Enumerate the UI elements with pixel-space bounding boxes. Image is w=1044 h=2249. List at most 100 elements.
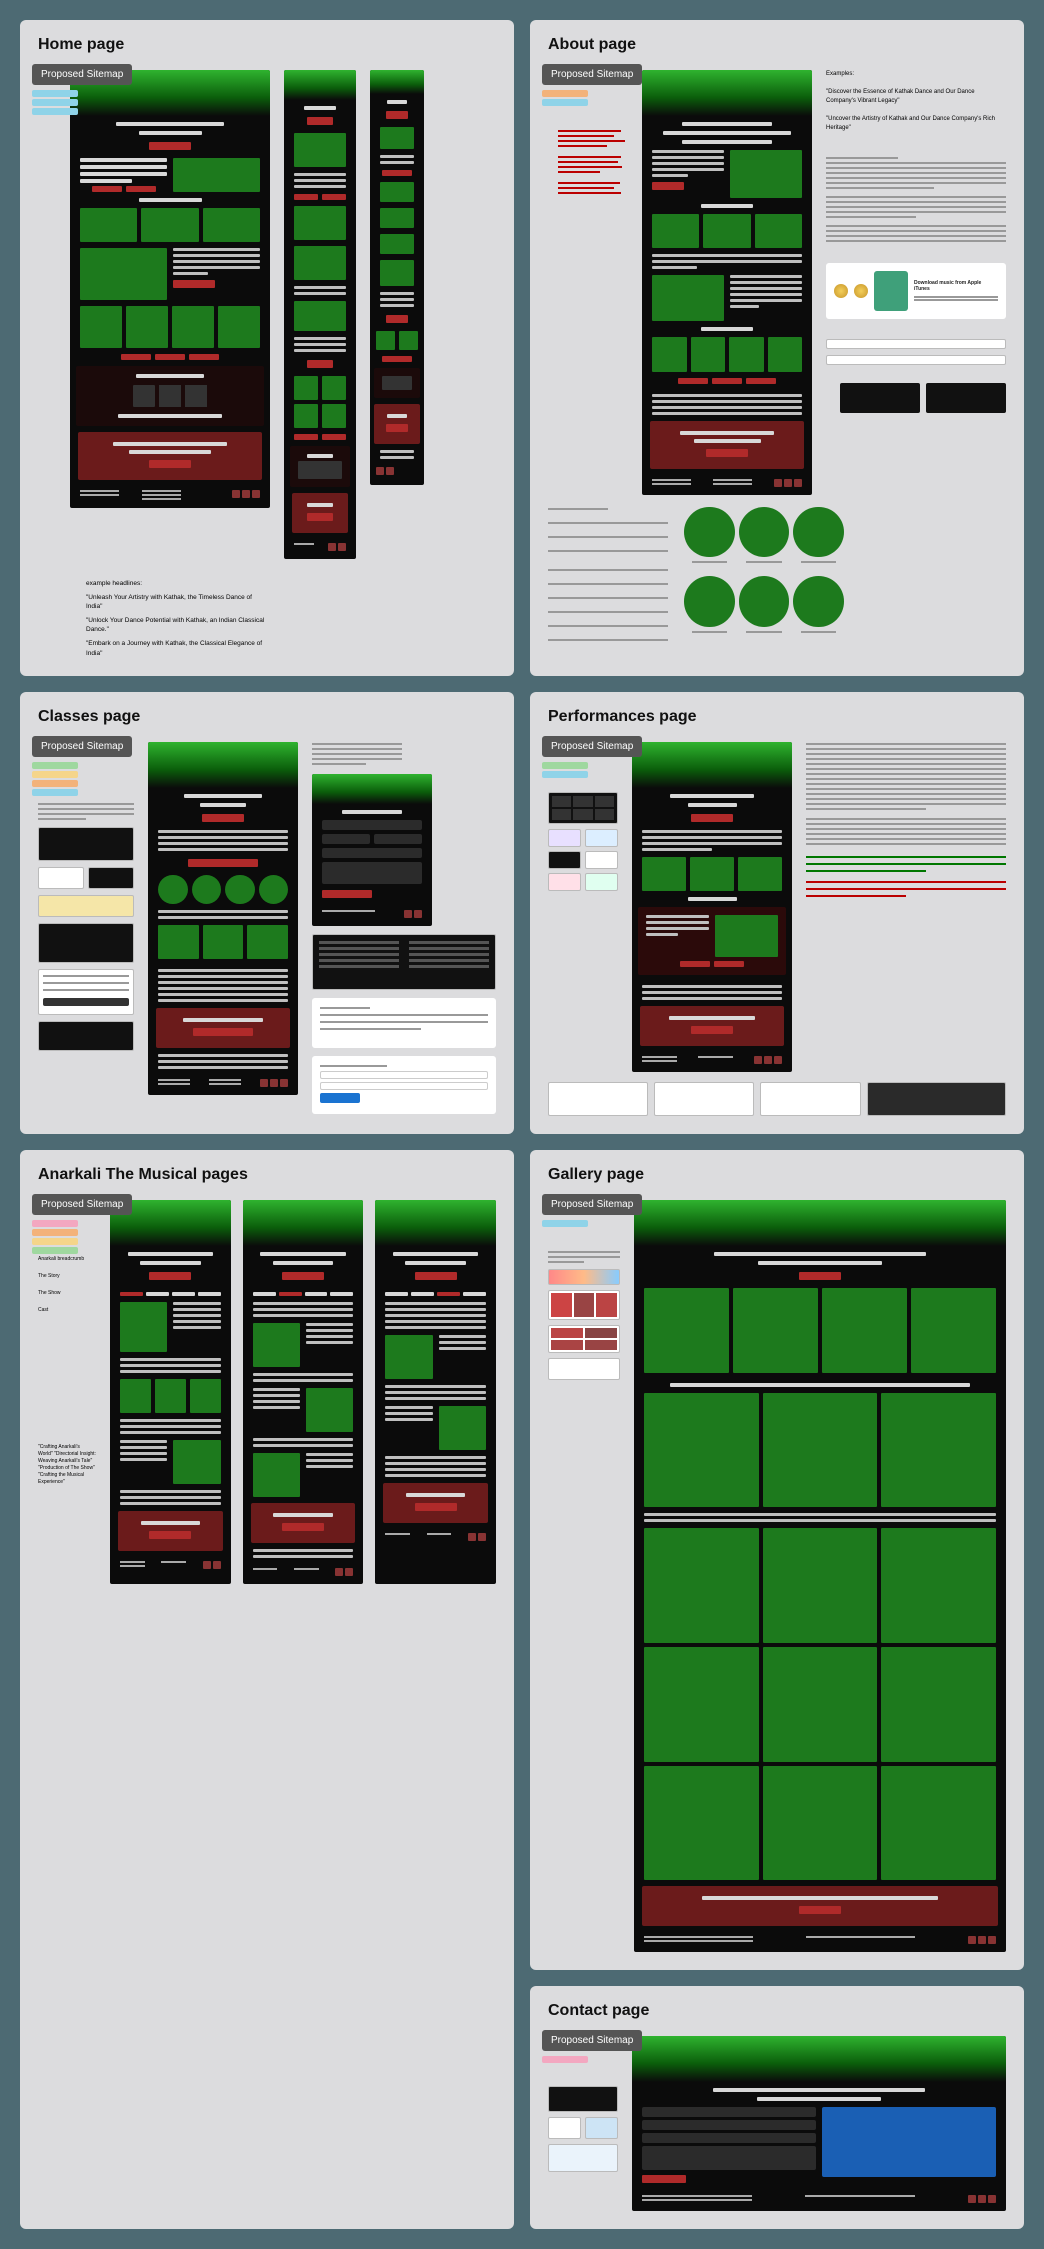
link-button[interactable] xyxy=(126,186,156,192)
dark-ref xyxy=(840,383,920,413)
avatar xyxy=(684,576,735,627)
cta-button[interactable] xyxy=(282,1523,324,1531)
about-red-notes xyxy=(558,130,628,194)
input[interactable] xyxy=(642,2107,816,2117)
avatar xyxy=(793,576,844,627)
cta-button[interactable] xyxy=(202,814,244,822)
cta-button[interactable] xyxy=(799,1906,841,1914)
text-block xyxy=(826,156,1006,243)
about-card: About page Proposed Sitemap xyxy=(530,20,1024,676)
cta-button[interactable] xyxy=(691,1026,733,1034)
image xyxy=(652,275,724,321)
link-button[interactable] xyxy=(155,354,185,360)
perf-refs-left xyxy=(548,792,618,891)
checklist-ref xyxy=(312,934,496,990)
home-title: Home page xyxy=(38,36,496,54)
cta-button[interactable] xyxy=(652,182,684,190)
sitemap-badge: Proposed Sitemap xyxy=(32,1194,132,1215)
cta-button[interactable] xyxy=(691,814,733,822)
cta-button[interactable] xyxy=(173,280,215,288)
form-ref xyxy=(38,969,134,1015)
form-mock xyxy=(312,774,432,926)
submit-button[interactable] xyxy=(322,890,372,898)
anno-example: "Uncover the Artistry of Kathak and Our … xyxy=(826,115,1006,132)
contact-card: Contact page Proposed Sitemap xyxy=(530,1986,1024,2229)
cta-button[interactable] xyxy=(415,1272,457,1280)
about-side-notes: Examples: "Discover the Essence of Katha… xyxy=(826,70,1006,413)
sitemap-badge: Proposed Sitemap xyxy=(542,64,642,85)
testimonial-band xyxy=(76,366,264,426)
form-ref xyxy=(38,1021,134,1051)
home-mock-tablet xyxy=(284,70,356,559)
feature-row xyxy=(70,208,270,242)
cta-button[interactable] xyxy=(282,1272,324,1280)
submit-button[interactable] xyxy=(642,2175,686,2183)
input[interactable] xyxy=(322,848,422,858)
gallery-refs xyxy=(548,1250,620,1380)
white-form-ref xyxy=(312,1056,496,1114)
headline-bar xyxy=(116,122,224,126)
chip xyxy=(542,99,588,106)
sitemap-badge: Proposed Sitemap xyxy=(542,2030,642,2051)
cta-band xyxy=(78,432,262,480)
input[interactable] xyxy=(642,2120,816,2130)
gallery-card: Gallery page Proposed Sitemap xyxy=(530,1150,1024,1971)
input[interactable] xyxy=(642,2133,816,2143)
anarkali-mock-3 xyxy=(375,1200,496,1584)
about-title: About page xyxy=(548,36,1006,54)
link-button[interactable] xyxy=(189,354,219,360)
input[interactable] xyxy=(374,834,422,844)
sitemap-chips xyxy=(32,762,78,796)
link: Cast xyxy=(38,1307,96,1314)
about-mock xyxy=(642,70,812,495)
link-button[interactable] xyxy=(92,186,122,192)
devi-album xyxy=(874,271,908,311)
textarea[interactable] xyxy=(322,862,422,884)
home-mock-mobile xyxy=(370,70,424,485)
image xyxy=(126,306,168,348)
classes-card: Classes page Proposed Sitemap xyxy=(20,692,514,1134)
performances-title: Performances page xyxy=(548,708,1006,726)
footer xyxy=(70,486,270,500)
cta-button[interactable] xyxy=(149,142,191,150)
sitemap-chips xyxy=(32,90,78,115)
cta-button[interactable] xyxy=(706,449,748,457)
cta-button[interactable] xyxy=(188,859,258,867)
anno-example: "Discover the Essence of Kathak Dance an… xyxy=(826,88,1006,105)
avatar xyxy=(739,507,790,558)
thumb xyxy=(133,385,155,407)
chip xyxy=(32,90,78,97)
anno-headlines: "Crafting Anarkali's World" "Directorial… xyxy=(38,1444,96,1486)
cta-button[interactable] xyxy=(799,1272,841,1280)
map xyxy=(822,2107,996,2177)
anarkali-mock-2 xyxy=(243,1200,364,1584)
cta-button[interactable] xyxy=(149,1531,191,1539)
performances-mock xyxy=(632,742,792,1072)
sitemap-chips xyxy=(542,90,588,106)
table-ref xyxy=(38,895,134,917)
input[interactable] xyxy=(322,820,422,830)
cta-button[interactable] xyxy=(149,1272,191,1280)
performances-card: Performances page Proposed Sitemap xyxy=(530,692,1024,1134)
classes-title: Classes page xyxy=(38,708,496,726)
gallery-mock xyxy=(634,1200,1006,1953)
contact-title: Contact page xyxy=(548,2002,1006,2020)
team-circles xyxy=(684,507,844,642)
link: The Story xyxy=(38,1273,96,1280)
cta-button[interactable] xyxy=(149,460,191,468)
cta-button[interactable] xyxy=(415,1503,457,1511)
home-mock-tablet-col xyxy=(284,70,356,559)
cta-button[interactable] xyxy=(193,1028,253,1036)
thumb-row xyxy=(70,306,270,348)
submit-button[interactable] xyxy=(320,1093,360,1103)
input[interactable] xyxy=(322,834,370,844)
album-icon xyxy=(834,284,848,298)
perf-bottom-thumbs xyxy=(548,1082,1006,1116)
link-button[interactable] xyxy=(121,354,151,360)
form-refs xyxy=(826,339,1006,365)
anarkali-notes: Anarkali breadcrumb The Story The Show C… xyxy=(38,1256,96,1486)
textarea[interactable] xyxy=(642,2146,816,2170)
classes-refs xyxy=(38,802,134,1051)
anno-headline: "Embark on a Journey with Kathak, the Cl… xyxy=(86,639,266,657)
avatar xyxy=(793,507,844,558)
